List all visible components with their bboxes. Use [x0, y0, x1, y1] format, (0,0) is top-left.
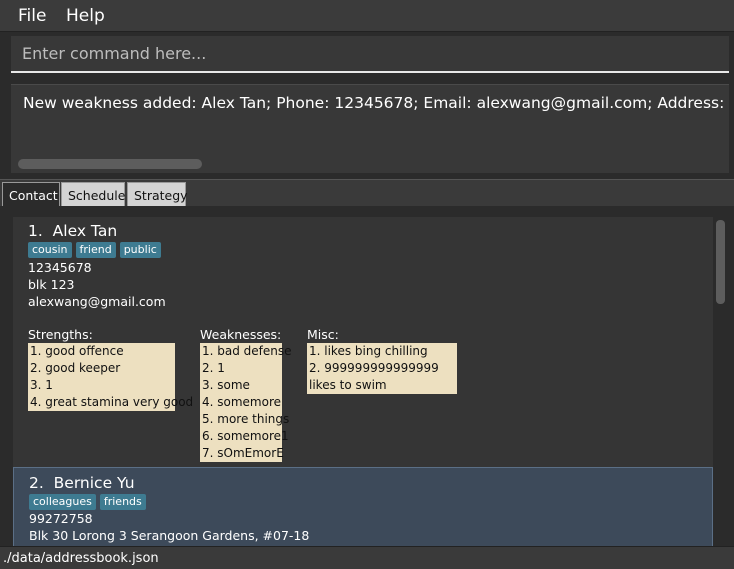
tab-strategy[interactable]: Strategy	[127, 182, 188, 207]
tag: friend	[75, 242, 116, 258]
status-bar: ./data/addressbook.json	[0, 546, 734, 569]
person-index: 1.	[28, 222, 43, 240]
menu-help[interactable]: Help	[66, 6, 105, 26]
misc-list: 1. likes bing chilling 2. 99999999999999…	[307, 343, 457, 394]
weaknesses-label: Weaknesses:	[200, 327, 282, 342]
strength-item: 1. good offence	[30, 344, 124, 358]
person-name-text: Alex Tan	[52, 222, 118, 240]
weakness-item: 6. somemore1	[202, 429, 289, 443]
tag: cousin	[28, 242, 72, 258]
tab-bar: Contact Schedule Strategy	[0, 179, 734, 207]
strengths-label: Strengths:	[28, 327, 93, 342]
weakness-item: 1. bad defense	[202, 344, 292, 358]
person-card[interactable]: 1. Alex Tan cousin friend public 1234567…	[13, 217, 713, 465]
person-email: alexwang@gmail.com	[28, 294, 166, 309]
misc-item: likes to swim	[309, 378, 387, 392]
menu-bar: File Help	[0, 0, 734, 32]
misc-item: 2. 999999999999999	[309, 361, 439, 375]
result-horizontal-scrollbar[interactable]	[18, 159, 202, 169]
strength-item: 4. great stamina very good	[30, 395, 194, 409]
person-name: 2. Bernice Yu	[29, 474, 135, 492]
strength-item: 3. 1	[30, 378, 53, 392]
tab-contact[interactable]: Contact	[2, 182, 60, 207]
weakness-item: 5. more things	[202, 412, 290, 426]
strengths-list: 1. good offence 2. good keeper 3. 1 4. g…	[28, 343, 194, 411]
person-name: 1. Alex Tan	[28, 222, 117, 240]
weakness-item: 7. sOmEmorE	[202, 446, 284, 460]
result-text: New weakness added: Alex Tan; Phone: 123…	[23, 94, 729, 112]
weaknesses-list: 1. bad defense 2. 1 3. some 4. somemore …	[200, 343, 292, 462]
tag: friends	[99, 494, 146, 510]
tag: public	[119, 242, 161, 258]
tag: colleagues	[29, 494, 96, 510]
weakness-item: 3. some	[202, 378, 250, 392]
person-address: blk 123	[28, 277, 75, 292]
person-list-panel: 1. Alex Tan cousin friend public 1234567…	[0, 206, 734, 546]
save-location: ./data/addressbook.json	[3, 551, 159, 566]
person-address: Blk 30 Lorong 3 Serangoon Gardens, #07-1…	[29, 528, 310, 543]
tag-list: cousin friend public	[28, 242, 161, 258]
strength-item: 2. good keeper	[30, 361, 121, 375]
person-phone: 99272758	[29, 511, 93, 526]
list-vertical-scrollbar[interactable]	[716, 220, 725, 304]
weakness-item: 2. 1	[202, 361, 225, 375]
tag-list: colleagues friends	[29, 494, 146, 510]
menu-file[interactable]: File	[18, 6, 46, 26]
weakness-item: 4. somemore	[202, 395, 282, 409]
person-card-selected[interactable]: 2. Bernice Yu colleagues friends 9927275…	[13, 467, 713, 546]
misc-item: 1. likes bing chilling	[309, 344, 428, 358]
command-input[interactable]	[11, 36, 729, 71]
tab-schedule[interactable]: Schedule	[61, 182, 125, 207]
person-phone: 12345678	[28, 260, 92, 275]
result-display: New weakness added: Alex Tan; Phone: 123…	[11, 84, 729, 173]
misc-label: Misc:	[307, 327, 339, 342]
person-index: 2.	[29, 474, 44, 492]
command-box	[11, 36, 729, 73]
person-name-text: Bernice Yu	[53, 474, 135, 492]
person-list: 1. Alex Tan cousin friend public 1234567…	[13, 217, 713, 546]
